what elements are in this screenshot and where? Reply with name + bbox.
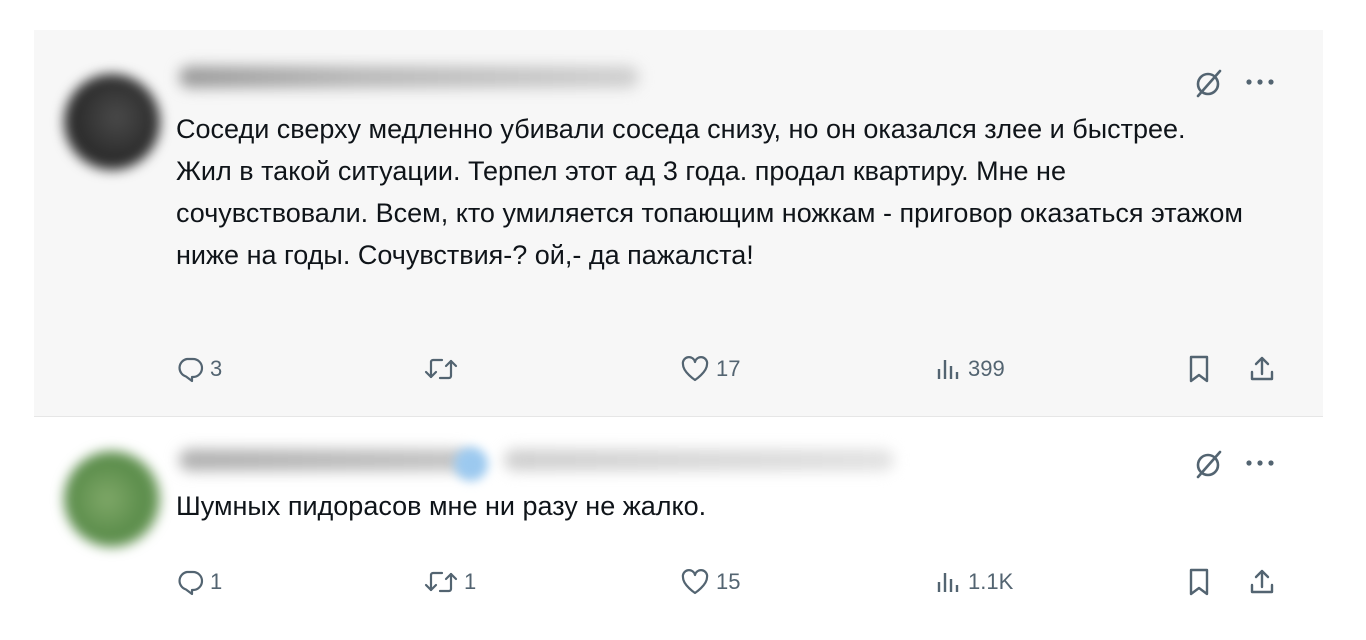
heart-icon <box>681 356 709 382</box>
bookmark-icon <box>1189 568 1209 596</box>
tweet-actions: 1 1 15 1.1K <box>176 565 1286 599</box>
tweet-text: Соседи сверху медленно убивали соседа сн… <box>176 108 1246 276</box>
bookmark-icon <box>1189 355 1209 383</box>
share-button[interactable] <box>1248 565 1276 599</box>
reply-count: 1 <box>210 569 223 594</box>
grok-icon[interactable] <box>1192 447 1226 481</box>
reply-icon <box>178 570 204 596</box>
like-count: 15 <box>716 569 741 594</box>
retweet-count: 1 <box>464 569 477 594</box>
share-icon <box>1250 356 1274 381</box>
views-button[interactable]: 399 <box>934 352 1005 386</box>
bookmark-button[interactable] <box>1186 352 1212 386</box>
blurred-user-handle[interactable] <box>504 449 894 471</box>
verified-badge-icon <box>454 447 488 481</box>
tweet-text-line: Шумных пидорасов мне ни разу не жалко. <box>176 491 707 521</box>
tweet-text-line: Соседи сверху медленно убивали соседа сн… <box>176 114 1186 144</box>
views-count: 399 <box>968 356 1005 381</box>
heart-icon <box>681 569 709 595</box>
tweet[interactable]: Соседи сверху медленно убивали соседа сн… <box>34 30 1323 416</box>
reply-button[interactable]: 3 <box>176 352 222 386</box>
avatar[interactable] <box>64 74 160 170</box>
more-icon[interactable] <box>1242 453 1278 473</box>
reply-feed: Соседи сверху медленно убивали соседа сн… <box>34 30 1323 615</box>
like-button[interactable]: 15 <box>680 565 740 599</box>
views-button[interactable]: 1.1K <box>934 565 1013 599</box>
share-icon <box>1250 569 1274 594</box>
retweet-icon <box>424 571 458 593</box>
avatar[interactable] <box>64 451 160 547</box>
bookmark-button[interactable] <box>1186 565 1212 599</box>
blurred-user-name[interactable] <box>179 449 469 471</box>
views-icon <box>937 573 959 592</box>
share-button[interactable] <box>1248 352 1276 386</box>
tweet-text-line: Жил в такой ситуации. Терпел этот ад 3 г… <box>176 156 1243 270</box>
blurred-user-name[interactable] <box>179 66 639 88</box>
like-count: 17 <box>716 356 741 381</box>
views-count: 1.1K <box>968 569 1014 594</box>
reply-icon <box>178 357 204 383</box>
retweet-icon <box>424 358 458 380</box>
tweet[interactable]: Шумных пидорасов мне ни разу не жалко. 1… <box>34 417 1323 615</box>
retweet-button[interactable]: 1 <box>424 565 476 599</box>
reply-count: 3 <box>210 356 223 381</box>
grok-icon[interactable] <box>1192 66 1226 100</box>
reply-button[interactable]: 1 <box>176 565 222 599</box>
tweet-actions: 3 17 399 <box>176 352 1286 386</box>
like-button[interactable]: 17 <box>680 352 740 386</box>
retweet-button[interactable] <box>424 352 464 386</box>
more-icon[interactable] <box>1242 72 1278 92</box>
views-icon <box>937 360 959 379</box>
tweet-text: Шумных пидорасов мне ни разу не жалко. <box>176 485 1246 527</box>
